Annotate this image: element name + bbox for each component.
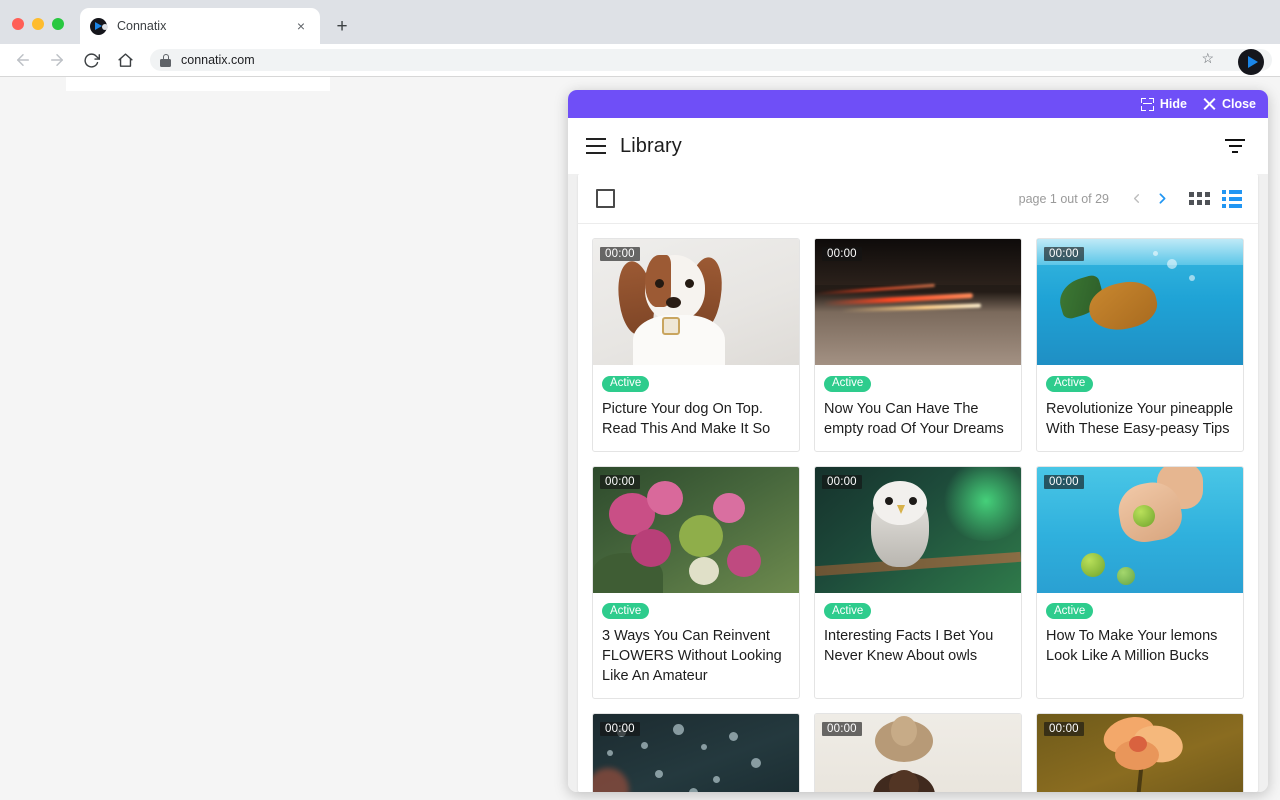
close-button-label: Close	[1221, 97, 1256, 111]
video-card-body: Active Interesting Facts I Bet You Never…	[815, 593, 1021, 679]
video-card-body: Active Now You Can Have The empty road O…	[815, 365, 1021, 451]
browser-chrome: Connatix × + connatix.com ☆	[0, 0, 1280, 76]
video-thumbnail[interactable]: 00:00	[1037, 239, 1243, 365]
video-thumbnail[interactable]: 00:00	[593, 714, 799, 792]
video-title[interactable]: Interesting Facts I Bet You Never Knew A…	[824, 626, 1012, 666]
bookmark-star-icon[interactable]: ☆	[1201, 50, 1214, 67]
duration-badge: 00:00	[822, 247, 862, 261]
close-icon[interactable]: ×	[292, 17, 310, 35]
close-icon	[1203, 98, 1216, 111]
filter-icon[interactable]	[1224, 135, 1246, 157]
duration-badge: 00:00	[1044, 247, 1084, 261]
status-badge: Active	[602, 603, 650, 619]
status-badge: Active	[824, 375, 872, 392]
duration-badge: 00:00	[600, 474, 640, 489]
video-thumbnail[interactable]: 00:00	[593, 466, 799, 593]
hide-icon	[1140, 97, 1154, 111]
video-title[interactable]: 3 Ways You Can Reinvent FLOWERS Without …	[602, 626, 790, 686]
status-badge: Active	[602, 375, 650, 392]
status-badge: Active	[1046, 603, 1094, 619]
minimize-window-button[interactable]	[32, 18, 44, 30]
duration-badge: 00:00	[1044, 474, 1084, 489]
select-all-checkbox[interactable]	[596, 189, 615, 208]
library-toolbar: page 1 out of 29	[578, 174, 1258, 224]
duration-badge: 00:00	[822, 474, 862, 489]
address-bar[interactable]: connatix.com	[150, 49, 1272, 71]
video-card[interactable]: 00:00 Active Revolutionize Your pineappl…	[1036, 238, 1244, 452]
forward-icon[interactable]	[40, 44, 74, 76]
previous-page-button[interactable]	[1123, 186, 1149, 212]
video-card-body: Active Picture Your dog On Top. Read Thi…	[593, 365, 799, 451]
video-title[interactable]: Revolutionize Your pineapple With These …	[1046, 399, 1234, 439]
video-card[interactable]: 00:00 Active 3 Ways You Can Reinvent FLO…	[592, 465, 800, 699]
video-card[interactable]: 00:00 Active Picture Your dog On Top. Re…	[592, 238, 800, 452]
close-button[interactable]: Close	[1203, 97, 1256, 111]
browser-tab[interactable]: Connatix ×	[80, 8, 320, 44]
video-thumbnail[interactable]: 00:00	[815, 714, 1021, 792]
list-view-icon[interactable]	[1222, 189, 1242, 208]
page-content-placeholder	[66, 77, 330, 91]
video-thumbnail[interactable]: 00:00	[1037, 714, 1243, 792]
video-card-body: Active 3 Ways You Can Reinvent FLOWERS W…	[593, 593, 799, 699]
hamburger-menu-icon[interactable]	[568, 118, 620, 174]
duration-badge: 00:00	[1044, 722, 1084, 736]
page-indicator: page 1 out of 29	[1018, 191, 1109, 206]
status-badge: Active	[824, 603, 872, 619]
window-traffic-lights	[12, 18, 64, 30]
library-overlay-panel: Hide Close Library page 1 out of 29 00:0…	[568, 90, 1268, 792]
overlay-topbar: Hide Close	[568, 90, 1268, 118]
maximize-window-button[interactable]	[52, 18, 64, 30]
video-thumbnail[interactable]: 00:00	[815, 239, 1021, 365]
library-header: Library	[568, 118, 1268, 174]
connatix-logo-icon	[90, 17, 108, 35]
duration-badge: 00:00	[600, 247, 640, 261]
video-card[interactable]: 00:00 Active Interesting Facts I Bet You…	[814, 465, 1022, 699]
video-card[interactable]: 00:00 Active How To Make Your lemons Loo…	[1036, 465, 1244, 699]
page-title: Library	[620, 134, 682, 157]
video-thumbnail[interactable]: 00:00	[815, 466, 1021, 593]
hide-button-label: Hide	[1159, 97, 1187, 111]
video-card[interactable]: 00:00 Active	[1036, 713, 1244, 792]
browser-toolbar: connatix.com	[0, 44, 1280, 76]
address-bar-url: connatix.com	[181, 53, 255, 67]
profile-avatar[interactable]	[1238, 49, 1264, 75]
video-title[interactable]: How To Make Your lemons Look Like A Mill…	[1046, 626, 1234, 666]
video-card[interactable]: 00:00 Active	[814, 713, 1022, 792]
reload-icon[interactable]	[74, 44, 108, 76]
tab-title: Connatix	[117, 19, 167, 33]
video-thumbnail[interactable]: 00:00	[593, 239, 799, 365]
video-card-body: Active Revolutionize Your pineapple With…	[1037, 365, 1243, 451]
video-title[interactable]: Picture Your dog On Top. Read This And M…	[602, 399, 790, 439]
grid-view-icon[interactable]	[1189, 192, 1210, 205]
back-icon[interactable]	[6, 44, 40, 76]
view-toggle-group	[1189, 189, 1242, 208]
library-content: page 1 out of 29 00:00 Active Picture Yo…	[568, 174, 1268, 792]
home-icon[interactable]	[108, 44, 142, 76]
new-tab-button[interactable]: +	[332, 16, 352, 36]
duration-badge: 00:00	[822, 722, 862, 736]
status-badge: Active	[1046, 375, 1094, 392]
library-card-container: page 1 out of 29 00:00 Active Picture Yo…	[578, 174, 1258, 792]
video-title[interactable]: Now You Can Have The empty road Of Your …	[824, 399, 1012, 439]
video-card-grid: 00:00 Active Picture Your dog On Top. Re…	[578, 224, 1258, 792]
secure-lock-icon	[160, 53, 171, 67]
video-card[interactable]: 00:00 Active	[592, 713, 800, 792]
duration-badge: 00:00	[600, 722, 640, 736]
video-card-body: Active How To Make Your lemons Look Like…	[1037, 593, 1243, 679]
video-thumbnail[interactable]: 00:00	[1037, 466, 1243, 593]
video-card[interactable]: 00:00 Active Now You Can Have The empty …	[814, 238, 1022, 452]
close-window-button[interactable]	[12, 18, 24, 30]
hide-button[interactable]: Hide	[1140, 97, 1187, 111]
next-page-button[interactable]	[1149, 186, 1175, 212]
